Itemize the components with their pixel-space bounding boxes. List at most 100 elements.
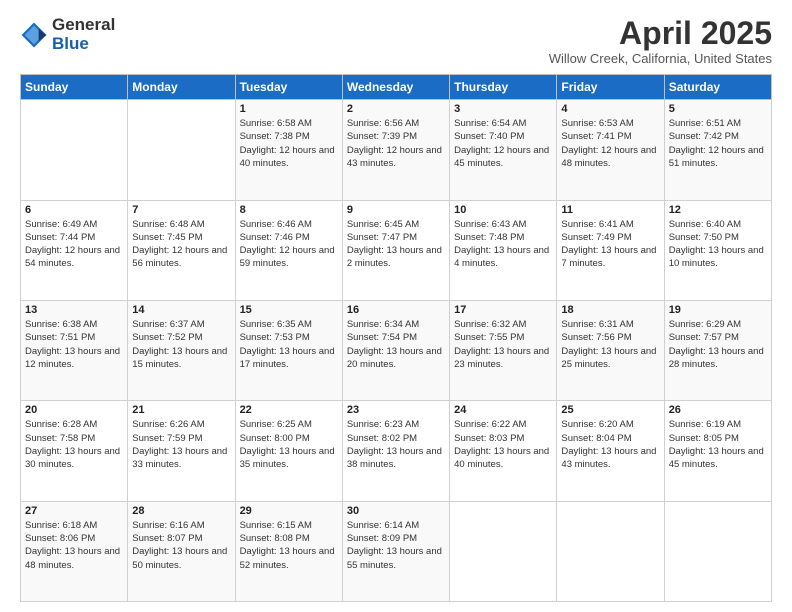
calendar-cell: 22 Sunrise: 6:25 AM Sunset: 8:00 PM Dayli… [235,401,342,501]
day-number: 14 [132,304,230,316]
calendar-cell [557,501,664,601]
calendar-cell: 10 Sunrise: 6:43 AM Sunset: 7:48 PM Dayli… [450,200,557,300]
calendar-cell: 20 Sunrise: 6:28 AM Sunset: 7:58 PM Dayli… [21,401,128,501]
calendar-week-row: 27 Sunrise: 6:18 AM Sunset: 8:06 PM Dayli… [21,501,772,601]
day-number: 9 [347,204,445,216]
day-of-week-header: Sunday [21,75,128,100]
day-info: Sunrise: 6:38 AM Sunset: 7:51 PM Dayligh… [25,318,123,371]
calendar-cell: 29 Sunrise: 6:15 AM Sunset: 8:08 PM Dayli… [235,501,342,601]
calendar-cell: 11 Sunrise: 6:41 AM Sunset: 7:49 PM Dayli… [557,200,664,300]
day-info: Sunrise: 6:54 AM Sunset: 7:40 PM Dayligh… [454,117,552,170]
calendar-cell: 7Sunrise: 6:48 AM Sunset: 7:45 PM Daylig… [128,200,235,300]
day-number: 21 [132,404,230,416]
day-info: Sunrise: 6:31 AM Sunset: 7:56 PM Dayligh… [561,318,659,371]
day-number: 30 [347,505,445,517]
calendar-cell: 14 Sunrise: 6:37 AM Sunset: 7:52 PM Dayli… [128,300,235,400]
calendar-cell [21,100,128,200]
day-info: Sunrise: 6:22 AM Sunset: 8:03 PM Dayligh… [454,418,552,471]
day-number: 20 [25,404,123,416]
day-number: 16 [347,304,445,316]
day-number: 27 [25,505,123,517]
day-info: Sunrise: 6:26 AM Sunset: 7:59 PM Dayligh… [132,418,230,471]
day-number: 28 [132,505,230,517]
calendar-cell: 15Sunrise: 6:35 AM Sunset: 7:53 PM Dayli… [235,300,342,400]
day-info: Sunrise: 6:45 AM Sunset: 7:47 PM Dayligh… [347,218,445,271]
logo-blue: Blue [52,35,115,54]
calendar-cell: 12 Sunrise: 6:40 AM Sunset: 7:50 PM Dayli… [664,200,771,300]
day-number: 22 [240,404,338,416]
day-info: Sunrise: 6:37 AM Sunset: 7:52 PM Dayligh… [132,318,230,371]
day-number: 18 [561,304,659,316]
day-info: Sunrise: 6:46 AM Sunset: 7:46 PM Dayligh… [240,218,338,271]
day-number: 6 [25,204,123,216]
day-info: Sunrise: 6:49 AM Sunset: 7:44 PM Dayligh… [25,218,123,271]
day-of-week-header: Saturday [664,75,771,100]
day-info: Sunrise: 6:28 AM Sunset: 7:58 PM Dayligh… [25,418,123,471]
calendar-cell [128,100,235,200]
calendar-cell [664,501,771,601]
day-info: Sunrise: 6:58 AM Sunset: 7:38 PM Dayligh… [240,117,338,170]
calendar-cell: 16Sunrise: 6:34 AM Sunset: 7:54 PM Dayli… [342,300,449,400]
calendar-cell: 8 Sunrise: 6:46 AM Sunset: 7:46 PM Daylig… [235,200,342,300]
day-number: 24 [454,404,552,416]
day-info: Sunrise: 6:23 AM Sunset: 8:02 PM Dayligh… [347,418,445,471]
day-number: 10 [454,204,552,216]
day-number: 17 [454,304,552,316]
day-info: Sunrise: 6:43 AM Sunset: 7:48 PM Dayligh… [454,218,552,271]
day-info: Sunrise: 6:25 AM Sunset: 8:00 PM Dayligh… [240,418,338,471]
location: Willow Creek, California, United States [549,51,772,66]
day-info: Sunrise: 6:29 AM Sunset: 7:57 PM Dayligh… [669,318,767,371]
day-number: 7 [132,204,230,216]
calendar-cell: 27 Sunrise: 6:18 AM Sunset: 8:06 PM Dayli… [21,501,128,601]
calendar-week-row: 1Sunrise: 6:58 AM Sunset: 7:38 PM Daylig… [21,100,772,200]
calendar-cell: 17 Sunrise: 6:32 AM Sunset: 7:55 PM Dayli… [450,300,557,400]
day-of-week-header: Thursday [450,75,557,100]
day-number: 5 [669,103,767,115]
calendar-week-row: 13 Sunrise: 6:38 AM Sunset: 7:51 PM Dayli… [21,300,772,400]
day-info: Sunrise: 6:20 AM Sunset: 8:04 PM Dayligh… [561,418,659,471]
calendar-cell: 30 Sunrise: 6:14 AM Sunset: 8:09 PM Dayli… [342,501,449,601]
day-number: 13 [25,304,123,316]
calendar-cell: 5Sunrise: 6:51 AM Sunset: 7:42 PM Daylig… [664,100,771,200]
day-number: 26 [669,404,767,416]
calendar-cell: 25 Sunrise: 6:20 AM Sunset: 8:04 PM Dayli… [557,401,664,501]
day-info: Sunrise: 6:56 AM Sunset: 7:39 PM Dayligh… [347,117,445,170]
day-info: Sunrise: 6:18 AM Sunset: 8:06 PM Dayligh… [25,519,123,572]
day-number: 4 [561,103,659,115]
day-number: 15 [240,304,338,316]
day-number: 12 [669,204,767,216]
day-info: Sunrise: 6:40 AM Sunset: 7:50 PM Dayligh… [669,218,767,271]
logo-general: General [52,16,115,35]
day-info: Sunrise: 6:14 AM Sunset: 8:09 PM Dayligh… [347,519,445,572]
logo-icon [20,21,48,49]
calendar-cell: 9 Sunrise: 6:45 AM Sunset: 7:47 PM Daylig… [342,200,449,300]
day-info: Sunrise: 6:32 AM Sunset: 7:55 PM Dayligh… [454,318,552,371]
calendar-cell: 2 Sunrise: 6:56 AM Sunset: 7:39 PM Daylig… [342,100,449,200]
logo: General Blue [20,16,115,53]
calendar-cell: 26Sunrise: 6:19 AM Sunset: 8:05 PM Dayli… [664,401,771,501]
day-number: 8 [240,204,338,216]
calendar-cell: 6 Sunrise: 6:49 AM Sunset: 7:44 PM Daylig… [21,200,128,300]
day-number: 19 [669,304,767,316]
day-number: 11 [561,204,659,216]
calendar-cell: 24 Sunrise: 6:22 AM Sunset: 8:03 PM Dayli… [450,401,557,501]
calendar-cell: 19 Sunrise: 6:29 AM Sunset: 7:57 PM Dayli… [664,300,771,400]
calendar-cell: 28 Sunrise: 6:16 AM Sunset: 8:07 PM Dayli… [128,501,235,601]
day-info: Sunrise: 6:41 AM Sunset: 7:49 PM Dayligh… [561,218,659,271]
day-number: 29 [240,505,338,517]
day-number: 2 [347,103,445,115]
page: General Blue April 2025 Willow Creek, Ca… [0,0,792,612]
calendar-cell [450,501,557,601]
day-info: Sunrise: 6:15 AM Sunset: 8:08 PM Dayligh… [240,519,338,572]
month-title: April 2025 [549,16,772,51]
day-number: 3 [454,103,552,115]
calendar-header-row: SundayMondayTuesdayWednesdayThursdayFrid… [21,75,772,100]
day-info: Sunrise: 6:16 AM Sunset: 8:07 PM Dayligh… [132,519,230,572]
day-of-week-header: Monday [128,75,235,100]
calendar-table: SundayMondayTuesdayWednesdayThursdayFrid… [20,74,772,602]
calendar-cell: 23Sunrise: 6:23 AM Sunset: 8:02 PM Dayli… [342,401,449,501]
calendar-cell: 3 Sunrise: 6:54 AM Sunset: 7:40 PM Daylig… [450,100,557,200]
logo-text: General Blue [52,16,115,53]
day-of-week-header: Tuesday [235,75,342,100]
day-number: 25 [561,404,659,416]
